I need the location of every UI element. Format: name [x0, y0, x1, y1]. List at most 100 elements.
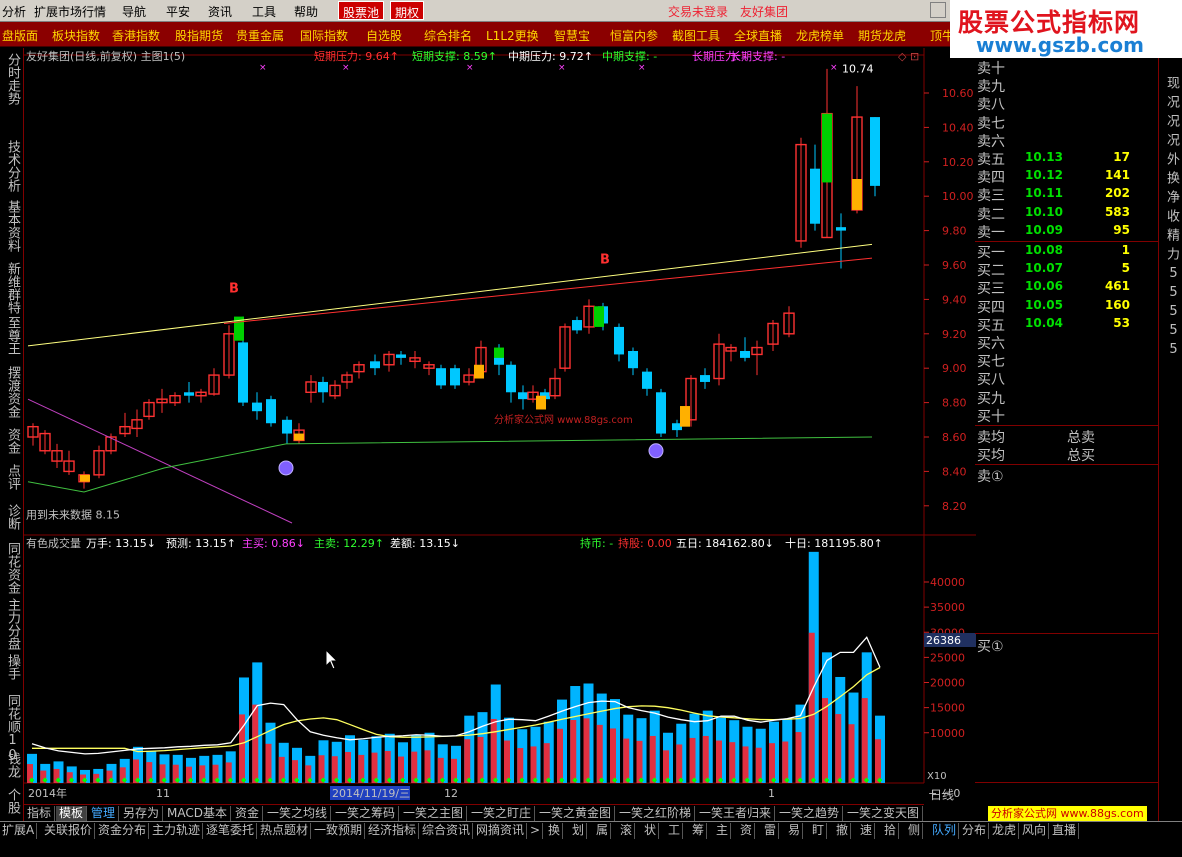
window-minimize-button[interactable] [930, 2, 946, 18]
template-tab-6[interactable]: 一笑之均线 [264, 806, 332, 821]
menu-extended-market[interactable]: 扩展市场行情 [34, 3, 106, 20]
right-tab-11[interactable]: 5 [1161, 285, 1181, 300]
bottom-tab-18[interactable]: 主 [714, 823, 732, 839]
bottom-tab-2[interactable]: 资金分布 [96, 823, 150, 839]
right-tab-9[interactable]: 力 [1161, 247, 1181, 260]
bottom-tab-24[interactable]: 速 [858, 823, 876, 839]
index-tab-13[interactable]: 龙虎榜单 [796, 27, 844, 44]
bottom-tab-25[interactable]: 拾 [882, 823, 900, 839]
index-tab-1[interactable]: 板块指数 [52, 27, 100, 44]
left-tab-5[interactable]: 摆渡资金 [3, 366, 20, 418]
bottom-tab-4[interactable]: 逐笔委托 [204, 823, 258, 839]
bottom-tab-0[interactable]: 扩展A [0, 823, 38, 839]
right-tab-7[interactable]: 收 [1161, 209, 1181, 222]
template-tab-8[interactable]: 一笑之主图 [400, 806, 468, 821]
bottom-tab-20[interactable]: 雷 [762, 823, 780, 839]
index-tab-9[interactable]: 智慧宝 [554, 27, 590, 44]
bottom-tab-10[interactable]: > [528, 823, 544, 839]
right-tab-1[interactable]: 况 [1161, 95, 1181, 108]
menu-tools[interactable]: 工具 [252, 3, 276, 20]
template-tab-13[interactable]: 一笑之趋势 [776, 806, 844, 821]
left-tab-14[interactable]: 个股 [3, 788, 20, 814]
menu-analysis[interactable]: 分析 [2, 3, 26, 20]
bottom-tab-28[interactable]: 分布 [960, 823, 990, 839]
template-tab-1[interactable]: 模板 [56, 806, 88, 821]
right-tab-0[interactable]: 现 [1161, 76, 1181, 89]
template-tab-10[interactable]: 一笑之黄金图 [536, 806, 616, 821]
left-tab-9[interactable]: 同花资金 [3, 542, 20, 594]
right-tab-12[interactable]: 5 [1161, 304, 1181, 319]
right-tab-14[interactable]: 5 [1161, 342, 1181, 357]
left-tab-6[interactable]: 资金 [3, 428, 20, 454]
bottom-tab-9[interactable]: 网摘资讯 [474, 823, 528, 839]
left-tab-3[interactable]: 新维群特 [3, 262, 20, 314]
trade-login-status[interactable]: 交易未登录 [668, 3, 728, 20]
right-tab-4[interactable]: 外 [1161, 152, 1181, 165]
menu-help[interactable]: 帮助 [294, 3, 318, 20]
template-tab-5[interactable]: 资金 [232, 806, 264, 821]
left-tab-8[interactable]: 诊断 [3, 504, 20, 530]
bottom-tab-30[interactable]: 风向 [1020, 823, 1050, 839]
right-tab-2[interactable]: 况 [1161, 114, 1181, 127]
bottom-tab-22[interactable]: 盯 [810, 823, 828, 839]
template-tab-3[interactable]: 另存为 [120, 806, 164, 821]
index-tab-0[interactable]: 盘版面 [2, 27, 38, 44]
template-tab-11[interactable]: 一笑之红阶梯 [616, 806, 696, 821]
bottom-tab-1[interactable]: 关联报价 [42, 823, 96, 839]
bottom-tab-15[interactable]: 状 [642, 823, 660, 839]
menu-pingan[interactable]: 平安 [166, 3, 190, 20]
template-tab-12[interactable]: 一笑王者归来 [696, 806, 776, 821]
bottom-tab-26[interactable]: 侧 [906, 823, 924, 839]
template-tab-14[interactable]: 一笑之变天图 [844, 806, 924, 821]
bottom-tab-27[interactable]: 队列 [930, 823, 960, 839]
kline-chart-area[interactable]: 友好集团(日线,前复权) 主图1(5) 短期压力: 9.64↑ 短期支撑: 8.59… [24, 48, 976, 804]
left-tab-13[interactable]: 钱龙 [3, 752, 20, 778]
bottom-tab-3[interactable]: 主力轨迹 [150, 823, 204, 839]
left-tab-10[interactable]: 主力分盘 [3, 598, 20, 650]
bottom-tab-19[interactable]: 资 [738, 823, 756, 839]
left-tab-4[interactable]: 至尊王 [3, 316, 20, 355]
index-tab-2[interactable]: 香港指数 [112, 27, 160, 44]
left-tab-7[interactable]: 点评 [3, 464, 20, 490]
period-label[interactable]: 日线 [930, 786, 954, 803]
index-tab-12[interactable]: 全球直播 [734, 27, 782, 44]
bottom-tab-5[interactable]: 热点题材 [258, 823, 312, 839]
bottom-tab-21[interactable]: 易 [786, 823, 804, 839]
stock-pool-button[interactable]: 股票池 [338, 1, 385, 20]
template-tab-7[interactable]: 一笑之筹码 [332, 806, 400, 821]
bottom-tab-6[interactable]: 一致预期 [312, 823, 366, 839]
left-tab-0[interactable]: 分时走势 [3, 53, 20, 105]
bottom-tab-16[interactable]: 工 [666, 823, 684, 839]
index-tab-10[interactable]: 恒富内参 [610, 27, 658, 44]
right-tab-10[interactable]: 5 [1161, 266, 1181, 281]
right-tab-5[interactable]: 换 [1161, 171, 1181, 184]
template-tab-9[interactable]: 一笑之盯庄 [468, 806, 536, 821]
right-tab-13[interactable]: 5 [1161, 323, 1181, 338]
bottom-tab-11[interactable]: 换 [546, 823, 564, 839]
bottom-tab-23[interactable]: 撤 [834, 823, 852, 839]
index-tab-4[interactable]: 贵重金属 [236, 27, 284, 44]
bottom-tab-29[interactable]: 龙虎 [990, 823, 1020, 839]
template-tab-4[interactable]: MACD基本 [164, 806, 231, 821]
index-tab-14[interactable]: 期货龙虎 [858, 27, 906, 44]
options-button[interactable]: 期权 [390, 1, 425, 20]
left-tab-2[interactable]: 基本资料 [3, 200, 20, 252]
right-tab-3[interactable]: 况 [1161, 133, 1181, 146]
right-tab-8[interactable]: 精 [1161, 228, 1181, 241]
bottom-tab-13[interactable]: 属 [594, 823, 612, 839]
bottom-tab-14[interactable]: 滚 [618, 823, 636, 839]
left-tab-11[interactable]: 操手 [3, 654, 20, 680]
index-tab-5[interactable]: 国际指数 [300, 27, 348, 44]
index-tab-6[interactable]: 自选股 [366, 27, 402, 44]
template-tab-2[interactable]: 管理 [88, 806, 120, 821]
bottom-tab-7[interactable]: 经济指标 [366, 823, 420, 839]
template-tab-0[interactable]: 指标 [24, 806, 56, 821]
index-tab-11[interactable]: 截图工具 [672, 27, 720, 44]
menu-navigation[interactable]: 导航 [122, 3, 146, 20]
index-tab-7[interactable]: 综合排名 [424, 27, 472, 44]
bottom-tab-12[interactable]: 划 [570, 823, 588, 839]
bottom-tab-8[interactable]: 综合资讯 [420, 823, 474, 839]
right-tab-6[interactable]: 净 [1161, 190, 1181, 203]
bottom-tab-17[interactable]: 筹 [690, 823, 708, 839]
index-tab-3[interactable]: 股指期货 [175, 27, 223, 44]
